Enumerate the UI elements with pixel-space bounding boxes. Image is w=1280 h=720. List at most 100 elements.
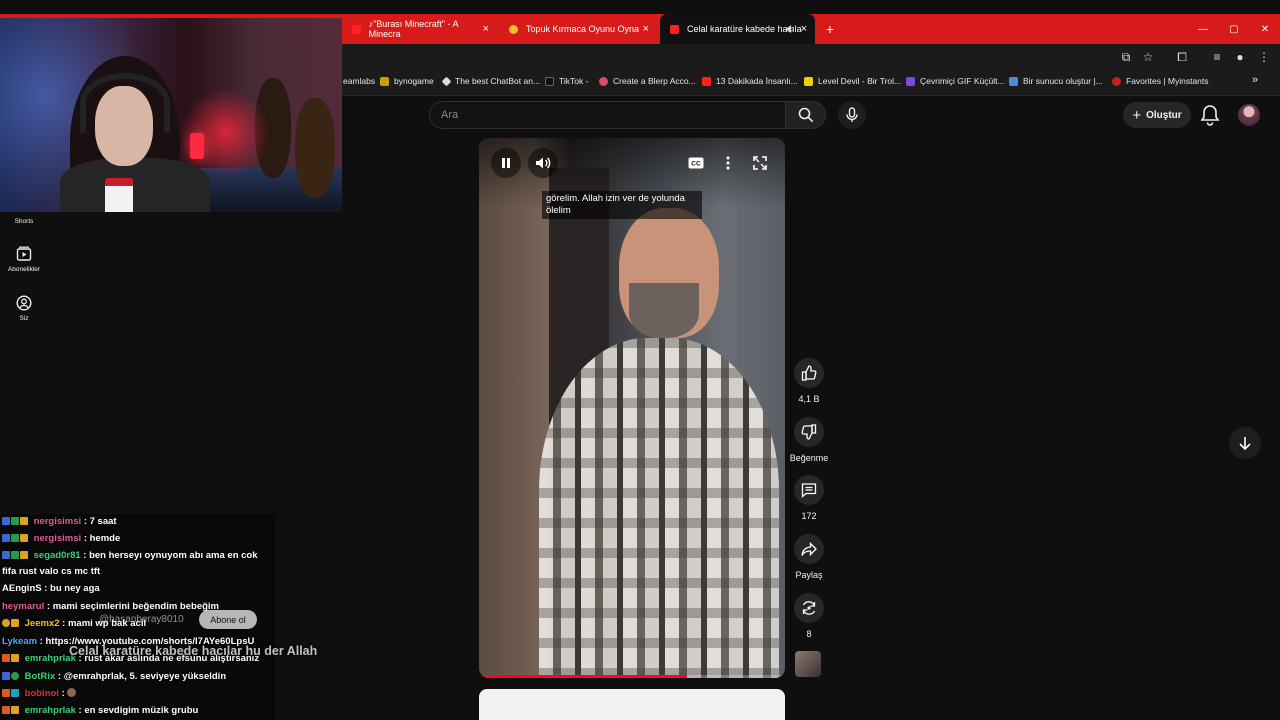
chat-username: bobinoi bbox=[24, 688, 59, 699]
tab-minecraft[interactable]: ♪"Burası Minecraft" - A Minecra × bbox=[342, 14, 497, 44]
search-icon bbox=[798, 107, 813, 123]
webcam-frame bbox=[190, 133, 204, 159]
youtube-favicon-icon bbox=[670, 24, 679, 34]
closed-captions-icon: CC bbox=[688, 157, 704, 169]
nav-you[interactable]: Siz bbox=[0, 295, 48, 322]
new-tab-button[interactable]: + bbox=[820, 14, 840, 44]
voice-search-button[interactable] bbox=[838, 101, 866, 129]
extensions-icon[interactable]: ⧠ bbox=[1175, 50, 1189, 64]
chat-text: fifa rust valo cs mc tft bbox=[2, 566, 101, 577]
bookmark-item[interactable]: Bir sunucu oluştur |... bbox=[1009, 76, 1103, 86]
account-circle-icon bbox=[16, 295, 32, 311]
like-action[interactable]: 4,1 B bbox=[790, 358, 828, 404]
short-title: Celal karatüre kabede hacılar hu der All… bbox=[69, 644, 318, 658]
account-avatar[interactable] bbox=[1238, 104, 1260, 126]
chat-username: heymarul bbox=[2, 601, 45, 612]
audio-source-thumbnail[interactable] bbox=[795, 651, 821, 677]
chat-text: : @emrahprlak, 5. seviyeye yükseldin bbox=[57, 671, 227, 682]
screen: ♪"Burası Minecraft" - A Minecra × Topuk … bbox=[0, 0, 1280, 720]
tab-label: Topuk Kırmaca Oyunu Oyna bbox=[526, 24, 640, 34]
menu-dots-icon[interactable]: ⋮ bbox=[1257, 50, 1271, 64]
chat-message: nergisimsi : 7 saat bbox=[2, 514, 274, 529]
remix-button[interactable] bbox=[794, 593, 824, 623]
shorts-video-player[interactable]: CC görelim. Allah izin ver de yolunda öl… bbox=[479, 138, 785, 678]
subscriptions-icon bbox=[16, 246, 32, 261]
tiktok-icon bbox=[545, 76, 554, 86]
pause-icon bbox=[502, 158, 510, 168]
remix-action[interactable]: 8 bbox=[790, 593, 828, 639]
notifications-bell-icon[interactable] bbox=[1200, 104, 1220, 126]
install-app-icon[interactable]: ⧉ bbox=[1119, 50, 1133, 64]
video-frame bbox=[539, 338, 779, 678]
bookmark-item[interactable]: bynogame bbox=[380, 76, 434, 86]
channel-handle[interactable]: @hasanberay8010 bbox=[99, 614, 184, 625]
profile-icon[interactable]: ● bbox=[1233, 50, 1247, 64]
webcam-frame bbox=[295, 98, 335, 198]
next-short-preview[interactable] bbox=[479, 689, 785, 720]
chat-text: : 7 saat bbox=[83, 516, 117, 527]
search-button[interactable] bbox=[786, 101, 826, 129]
share-label: Paylaş bbox=[795, 570, 823, 580]
badge-icon bbox=[20, 551, 28, 559]
bookmark-item[interactable]: 13 Dakikada İnsanlı... bbox=[702, 76, 798, 86]
more-options-button[interactable] bbox=[717, 152, 739, 174]
share-button[interactable] bbox=[794, 534, 824, 564]
pause-button[interactable] bbox=[491, 148, 521, 178]
chat-username: segad0r81 bbox=[33, 550, 81, 561]
bookmark-star-icon[interactable]: ☆ bbox=[1141, 50, 1155, 64]
volume-button[interactable] bbox=[528, 148, 558, 178]
close-window-icon[interactable]: ✕ bbox=[1250, 14, 1280, 44]
create-button[interactable]: + Oluştur bbox=[1123, 102, 1191, 128]
chat-text: : hemde bbox=[83, 533, 121, 544]
video-progress-bar[interactable] bbox=[479, 675, 785, 678]
like-button[interactable] bbox=[794, 358, 824, 388]
comments-action[interactable]: 172 bbox=[790, 475, 828, 521]
bookmark-item[interactable]: eamlabs bbox=[343, 76, 375, 86]
audio-playing-icon[interactable] bbox=[785, 24, 795, 34]
comments-button[interactable] bbox=[794, 475, 824, 505]
tab-celal-active[interactable]: Celal karatüre kabede hacıla × bbox=[660, 14, 815, 44]
chat-message: bobinoi : bbox=[2, 686, 274, 701]
close-tab-icon[interactable]: × bbox=[483, 23, 489, 35]
nav-label: Shorts bbox=[14, 218, 34, 225]
nav-subscriptions[interactable]: Abonelikler bbox=[0, 246, 48, 273]
youtube-favicon-icon bbox=[702, 76, 711, 86]
bookmark-item[interactable]: Favorites | Myinstants bbox=[1112, 76, 1209, 86]
chat-text: : ben herseyı oynuyom abı ama en cok bbox=[83, 550, 258, 561]
nav-shorts[interactable]: Shorts bbox=[0, 214, 48, 225]
microphone-icon bbox=[846, 107, 858, 122]
bookmark-item[interactable]: Create a Blerp Acco... bbox=[599, 76, 696, 86]
chat-message: segad0r81 : ben herseyı oynuyom abı ama … bbox=[2, 548, 274, 563]
subscribe-button[interactable]: Abone ol bbox=[199, 610, 257, 629]
next-video-button[interactable] bbox=[1229, 427, 1261, 459]
close-tab-icon[interactable]: × bbox=[643, 23, 649, 35]
bookmark-item[interactable]: The best ChatBot an... bbox=[441, 76, 540, 86]
comment-count: 172 bbox=[801, 511, 817, 521]
minimize-icon[interactable]: — bbox=[1188, 14, 1218, 44]
search-input[interactable]: Ara bbox=[429, 101, 786, 129]
dislike-button[interactable] bbox=[794, 417, 824, 447]
fullscreen-icon bbox=[753, 156, 767, 170]
share-action[interactable]: Paylaş bbox=[790, 534, 828, 580]
nav-label: Siz bbox=[19, 315, 29, 322]
like-count: 4,1 B bbox=[798, 394, 820, 404]
tab-topuk[interactable]: Topuk Kırmaca Oyunu Oyna × bbox=[499, 14, 657, 44]
media-control-icon[interactable]: ≡ bbox=[1210, 50, 1224, 64]
badge-icon bbox=[2, 517, 10, 525]
plus-icon: + bbox=[1132, 106, 1142, 124]
bookmark-item[interactable]: Çevrimiçi GIF Küçült... bbox=[906, 76, 1005, 86]
maximize-icon[interactable]: ▢ bbox=[1219, 14, 1249, 44]
more-bookmarks-icon[interactable]: » bbox=[1252, 74, 1258, 86]
bookmark-item[interactable]: Level Devil - Bir Trol... bbox=[804, 76, 901, 86]
close-tab-icon[interactable]: × bbox=[801, 23, 807, 35]
svg-text:CC: CC bbox=[691, 161, 701, 168]
nav-label: Abonelikler bbox=[7, 266, 41, 273]
fullscreen-button[interactable] bbox=[749, 152, 771, 174]
bookmark-favicon-icon bbox=[906, 76, 915, 86]
bookmark-item[interactable]: TikTok - bbox=[545, 76, 588, 86]
thumbs-up-icon bbox=[801, 365, 817, 381]
dislike-action[interactable]: Beğenme bbox=[790, 417, 828, 463]
chat-username: nergisimsi bbox=[33, 533, 82, 544]
captions-button[interactable]: CC bbox=[685, 152, 707, 174]
chat-username: Jeemx2 bbox=[24, 618, 60, 629]
